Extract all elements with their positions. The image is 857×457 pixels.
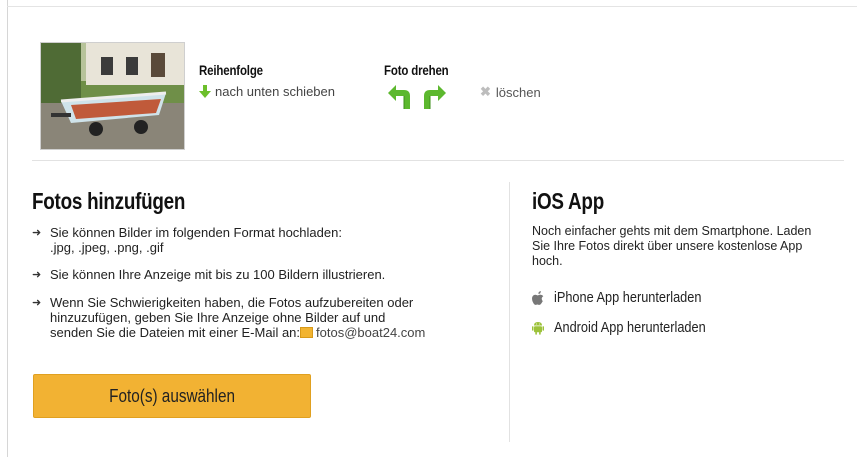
frame-border-top [7,6,857,7]
add-photos-title: Fotos hinzufügen [32,188,186,214]
bullet-arrow-icon: ➜ [32,297,42,309]
bullet-text: Sie können Bilder im folgenden Format ho… [50,225,342,255]
rotate-title: Foto drehen [384,62,449,78]
ios-app-description: Noch einfacher gehts mit dem Smartphone.… [532,224,812,268]
select-photos-label: Foto(s) auswählen [109,385,235,406]
rotate-right-icon[interactable] [420,82,448,110]
apple-icon [532,290,544,305]
frame-border-left [7,0,8,457]
photo-thumbnail[interactable] [40,42,185,150]
boat-photo-image [41,43,184,149]
mail-icon [300,327,314,338]
list-item: ➜ Sie können Ihre Anzeige mit bis zu 100… [32,267,502,283]
list-item: ➜ Sie können Bilder im folgenden Format … [32,225,502,255]
bullet-text: Sie können Ihre Anzeige mit bis zu 100 B… [50,267,386,282]
move-down-link[interactable]: nach unten schieben [199,84,335,99]
order-title: Reihenfolge [199,62,263,78]
android-app-link[interactable]: Android App herunterladen [532,319,732,336]
delete-link[interactable]: ✖ löschen [480,84,541,100]
list-item: ➜ Wenn Sie Schwierigkeiten haben, die Fo… [32,295,502,340]
bullet-arrow-icon: ➜ [32,269,42,281]
ios-app-title: iOS App [532,188,604,214]
rotate-left-icon[interactable] [386,82,414,110]
move-down-label: nach unten schieben [215,84,335,99]
section-divider [32,160,844,161]
select-photos-button[interactable]: Foto(s) auswählen [33,374,311,418]
email-link[interactable]: fotos@boat24.com [316,325,425,340]
delete-x-icon: ✖ [480,84,491,99]
column-divider [509,182,510,442]
android-icon [532,321,544,335]
bullet-arrow-icon: ➜ [32,227,42,239]
android-app-label: Android App herunterladen [554,319,706,336]
delete-label: löschen [495,84,541,100]
bullet-text-email: Wenn Sie Schwierigkeiten haben, die Foto… [50,295,425,340]
iphone-app-label: iPhone App herunterladen [554,289,702,306]
arrow-down-icon [199,85,211,98]
add-photos-bullets: ➜ Sie können Bilder im folgenden Format … [32,225,502,352]
iphone-app-link[interactable]: iPhone App herunterladen [532,289,727,306]
rotate-controls [386,82,448,110]
